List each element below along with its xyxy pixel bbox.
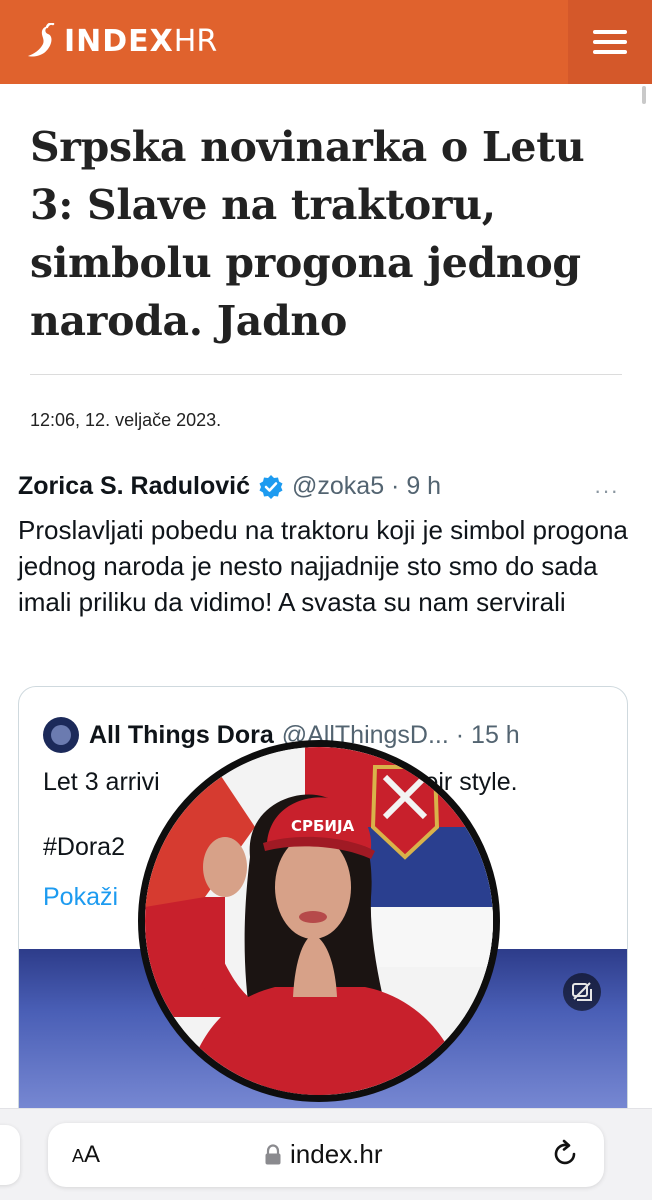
image-icon — [572, 982, 592, 1001]
aa-small-label: A — [72, 1146, 85, 1166]
show-more-link[interactable]: Pokaži — [43, 883, 118, 912]
url-display[interactable]: index.hr — [264, 1139, 383, 1170]
index-hr-logo[interactable]: INDEX HR — [26, 22, 217, 62]
url-text: index.hr — [290, 1139, 383, 1169]
reader-text-size-button[interactable]: AA — [72, 1141, 100, 1169]
scroll-indicator[interactable] — [642, 86, 646, 104]
site-header: INDEX HR — [0, 0, 652, 84]
verified-badge-icon — [259, 474, 283, 499]
quoted-hashtag[interactable]: #Dora2 — [43, 833, 125, 862]
pepper-logo-icon — [28, 23, 55, 57]
browser-toolbar: AA index.hr — [0, 1108, 652, 1200]
address-bar[interactable]: AA index.hr — [48, 1123, 604, 1187]
aa-large-label: A — [84, 1141, 101, 1168]
portrait-illustration: СРБИЈА — [145, 747, 493, 1095]
previous-tab-preview[interactable] — [0, 1125, 20, 1185]
lock-icon — [265, 1143, 281, 1164]
article-headline: Srpska novinarka o Letu 3: Slave na trak… — [30, 123, 585, 345]
tweet-author-name: Zorica S. Radulović — [18, 472, 251, 500]
media-sensitive-icon[interactable] — [563, 973, 601, 1011]
article-date: 12:06, 12. veljače 2023. — [30, 410, 222, 430]
logo-hr-text: HR — [173, 24, 218, 59]
tweet-author: Zorica S. Radulović @zoka5 · 9 h — [18, 472, 441, 501]
menu-button[interactable] — [568, 0, 652, 84]
headline-divider — [30, 374, 622, 375]
quoted-author-name: All Things Dora — [89, 720, 274, 749]
reload-icon[interactable] — [548, 1137, 582, 1171]
tweet-text: Proslavljati pobedu na traktoru koji je … — [18, 515, 628, 617]
logo-index-text: INDEX — [64, 24, 174, 59]
hamburger-menu-icon — [593, 24, 627, 60]
cap-text: СРБИЈА — [291, 817, 355, 835]
tweet-handle-time: @zoka5 · 9 h — [292, 472, 442, 500]
quoted-text-start: Let 3 arrivi — [43, 768, 160, 796]
portrait-photo: СРБИЈА — [138, 740, 500, 1102]
more-options-icon[interactable]: ··· — [594, 478, 619, 504]
avatar — [43, 717, 79, 753]
